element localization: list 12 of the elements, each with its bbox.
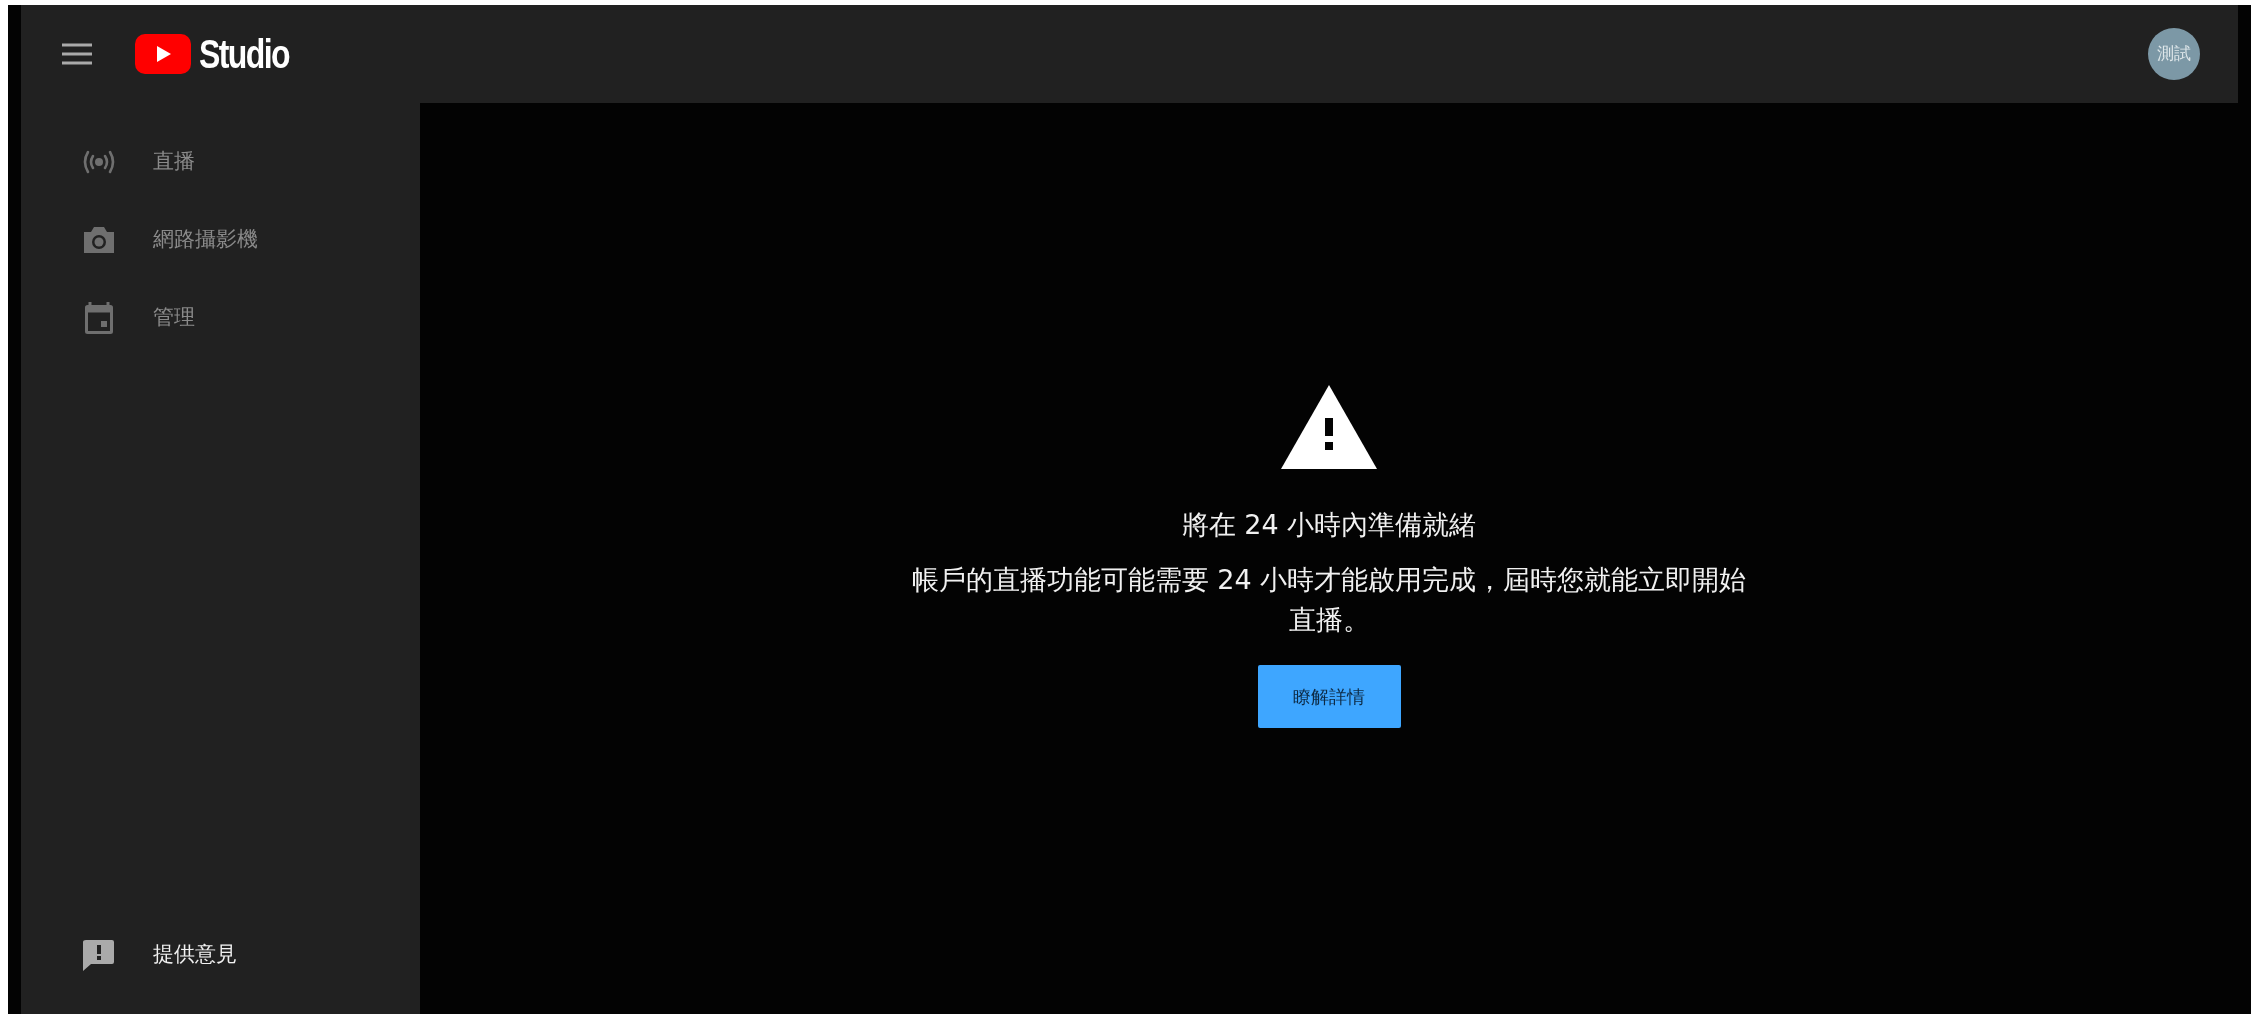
warning-icon [1281, 385, 1377, 469]
notice-message: 帳戶的直播功能可能需要 24 小時才能啟用完成，屆時您就能立即開始直播。 [910, 562, 1748, 637]
play-logo-icon [135, 34, 191, 74]
camera-icon [82, 225, 116, 255]
logo-text: Studio [199, 31, 289, 78]
learn-more-button[interactable]: 瞭解詳情 [1257, 664, 1401, 728]
feedback-icon [82, 938, 116, 972]
sidebar-item[interactable]: 提供意見 [153, 939, 237, 971]
avatar[interactable]: 測試 [2148, 28, 2200, 80]
menu-icon[interactable] [61, 43, 93, 65]
calendar-icon [84, 301, 114, 335]
notice-title: 將在 24 小時內準備就緒 [1181, 508, 1477, 542]
